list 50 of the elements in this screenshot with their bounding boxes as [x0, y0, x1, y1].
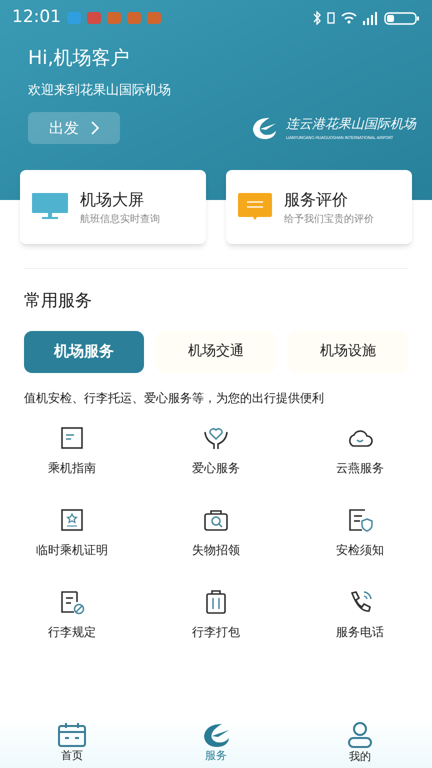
service-item[interactable]: 爱心服务 [144, 422, 288, 476]
app-notification-icon [127, 12, 141, 24]
card-title: 机场大屏 [80, 188, 145, 210]
card-subtitle: 给予我们宝贵的评价 [284, 212, 374, 226]
service-item[interactable]: 云燕服务 [288, 422, 432, 476]
service-item[interactable]: 安检须知 [288, 504, 432, 558]
category-tab[interactable]: 机场交通 [156, 330, 276, 372]
greeting-title: Hi,机场客户 [28, 46, 131, 71]
chevron-right-icon [91, 121, 99, 135]
swallow-logo-icon [250, 116, 278, 140]
battery-icon [384, 12, 420, 24]
app-notification-icon [147, 12, 161, 24]
nav-item[interactable]: 我的 [288, 720, 432, 766]
status-time: 12:01 [12, 6, 61, 30]
service-label: 临时乘机证明 [36, 542, 108, 558]
section-title: 常用服务 [23, 290, 93, 313]
swallow-logo-icon [202, 722, 230, 748]
service-item[interactable]: 临时乘机证明 [0, 504, 144, 558]
service-label: 云燕服务 [336, 460, 384, 476]
app-notification-icon [107, 12, 121, 24]
service-label: 爱心服务 [192, 460, 240, 476]
quick-card[interactable]: 机场大屏 航班信息实时查询 [20, 170, 206, 244]
service-item[interactable]: 行李打包 [144, 586, 288, 640]
bluetooth-icon [313, 11, 321, 25]
nav-item[interactable]: 服务 [144, 722, 288, 764]
quick-card[interactable]: 服务评价 给予我们宝贵的评价 [226, 170, 412, 244]
service-label: 乘机指南 [48, 460, 96, 476]
service-label: 安检须知 [336, 542, 384, 558]
service-item[interactable]: 失物招领 [144, 504, 288, 558]
card-title: 服务评价 [284, 188, 349, 210]
service-label: 行李规定 [48, 624, 96, 640]
person-icon [346, 720, 374, 749]
service-item[interactable]: 服务电话 [288, 586, 432, 640]
service-label: 失物招领 [192, 542, 240, 558]
wifi-icon [341, 12, 357, 24]
service-item[interactable]: 乘机指南 [0, 422, 144, 476]
category-tab[interactable]: 机场设施 [288, 330, 408, 372]
message-icon [238, 193, 272, 221]
signal-icon [363, 12, 378, 24]
monitor-icon [32, 193, 68, 221]
service-item[interactable]: 行李规定 [0, 586, 144, 640]
category-tab[interactable]: 机场服务 [24, 330, 144, 372]
welcome-text: 欢迎来到花果山国际机场 [28, 82, 172, 100]
card-subtitle: 航班信息实时查询 [80, 212, 160, 226]
airport-name: 连云港花果山国际机场 [286, 116, 416, 134]
service-label: 行李打包 [192, 624, 240, 640]
calendar-icon [57, 722, 87, 748]
service-label: 服务电话 [336, 624, 384, 640]
tab-description: 值机安检、行李托运、爱心服务等，为您的出行提供便利 [23, 390, 325, 406]
nav-item[interactable]: 首页 [0, 722, 144, 764]
